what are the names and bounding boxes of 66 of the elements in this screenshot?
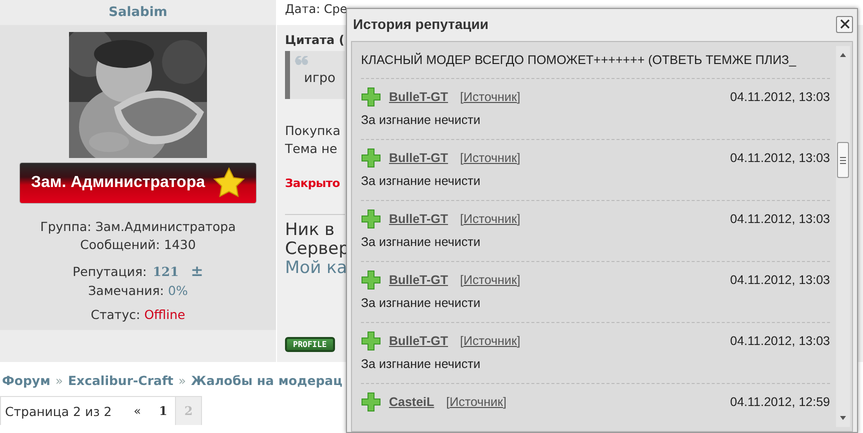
warnings-value: 0%: [168, 283, 188, 298]
rank-title: Зам. Администратора: [30, 174, 205, 192]
close-icon: [840, 19, 850, 29]
user-link[interactable]: BulleT-GT: [389, 151, 448, 165]
page-link[interactable]: 1: [151, 397, 176, 425]
breadcrumb-link[interactable]: Excalibur-Craft: [68, 373, 174, 388]
reputation-value[interactable]: 121: [152, 264, 179, 279]
signature-link[interactable]: Мой ка: [285, 259, 350, 278]
plus-icon: [361, 270, 381, 290]
plus-icon: [361, 148, 381, 168]
entry-date: 04.11.2012, 13:03: [730, 334, 830, 348]
breadcrumb-separator: »: [55, 373, 63, 388]
user-link[interactable]: BulleT-GT: [389, 90, 448, 104]
closed-notice: Закрыто: [285, 176, 340, 190]
comment-text: За изгнание нечисти: [361, 174, 482, 188]
scroll-up-arrow-icon[interactable]: [839, 52, 847, 58]
plus-icon: [361, 331, 381, 351]
comment-text: За изгнание нечисти: [361, 235, 482, 249]
source-link[interactable]: [Источник]: [460, 151, 520, 165]
close-button[interactable]: [836, 16, 853, 32]
source-link[interactable]: [Источник]: [446, 395, 506, 409]
post-text: Покупка: [285, 123, 340, 138]
user-link[interactable]: BulleT-GT: [389, 273, 448, 287]
scrollbar[interactable]: [836, 46, 850, 427]
plus-icon: [361, 87, 381, 107]
scroll-down-arrow-icon[interactable]: [839, 415, 847, 421]
comment-text: За изгнание нечисти: [361, 296, 482, 310]
user-link[interactable]: BulleT-GT: [389, 212, 448, 226]
profile-button[interactable]: PROFILE: [285, 337, 335, 352]
status-value: Offline: [144, 307, 186, 322]
signature-text: Ник в: [285, 221, 336, 240]
breadcrumb-link[interactable]: Жалобы на модерац: [191, 373, 342, 388]
comment-text: КЛАСНЫЙ МОДЕР ВСЕГДО ПОМОЖЕТ+++++++ (ОТВЕТЬ ТЕМЖЕ ПЛИЗ_: [361, 53, 796, 67]
warnings-label: Замечания:: [88, 283, 164, 298]
entry-date: 04.11.2012, 12:59: [730, 395, 830, 409]
quote-text: игро: [304, 71, 336, 86]
source-link[interactable]: [Источник]: [460, 273, 520, 287]
status-label: Статус:: [90, 307, 140, 322]
comment-text: За изгнание нечисти: [361, 357, 482, 371]
plus-icon: [361, 392, 381, 412]
previous-page-link[interactable]: «: [124, 404, 152, 418]
reputation-change-link[interactable]: ±: [190, 262, 204, 280]
entry-date: 04.11.2012, 13:03: [730, 90, 830, 104]
breadcrumb-separator: »: [178, 373, 186, 388]
entry-date: 04.11.2012, 13:03: [730, 212, 830, 226]
source-link[interactable]: [Источник]: [460, 212, 520, 226]
entry-date: 04.11.2012, 13:03: [730, 273, 830, 287]
star-icon: [213, 167, 245, 199]
dialog-title: История репутации: [353, 16, 489, 32]
source-link[interactable]: [Источник]: [460, 90, 520, 104]
quote-mark-icon: [295, 56, 309, 66]
quote-title: Цитата (: [285, 33, 344, 47]
user-link[interactable]: CasteiL: [389, 395, 434, 409]
username[interactable]: Salabim: [108, 5, 168, 20]
breadcrumb-link[interactable]: Форум: [2, 373, 50, 388]
comment-text: За изгнание нечисти: [361, 113, 482, 127]
group-text: Группа: Зам.Администратора: [40, 219, 236, 234]
page-count: Страница 2 из 2: [4, 404, 113, 418]
plus-icon: [361, 209, 381, 229]
reputation-label: Репутация:: [72, 264, 147, 279]
post-date: Дата: Сре: [285, 2, 348, 16]
source-link[interactable]: [Источник]: [460, 334, 520, 348]
post-text: Тема не: [285, 141, 338, 156]
user-link[interactable]: BulleT-GT: [389, 334, 448, 348]
post-count: Сообщений: 1430: [80, 237, 196, 252]
entry-date: 04.11.2012, 13:03: [730, 151, 830, 165]
